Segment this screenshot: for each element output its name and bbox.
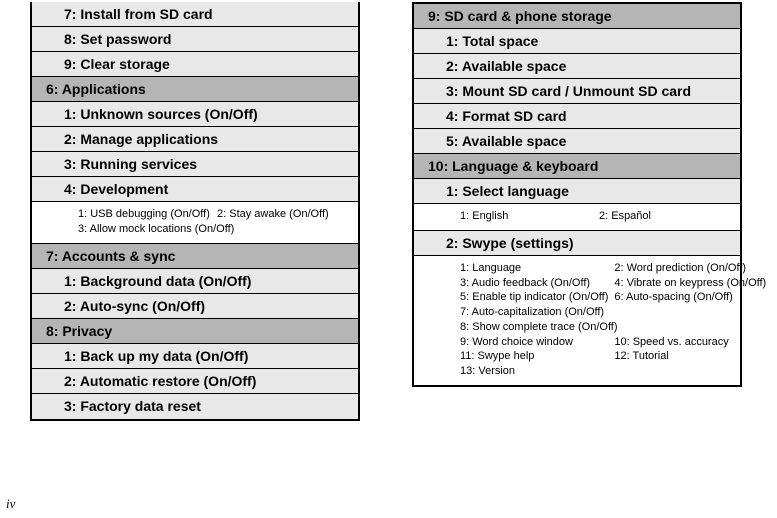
list-item: 2: Available space [414,54,740,79]
list-item: 1: Select language [414,179,740,204]
list-item: 3: Running services [32,152,358,177]
details-swype-settings: 1: Language 2: Word prediction (On/Off) … [414,256,740,385]
detail-item: 1: English [460,210,593,224]
section-heading: 7: Accounts & sync [32,244,358,269]
page: 7: Install from SD card 8: Set password … [0,0,777,518]
section-heading: 6: Applications [32,77,358,102]
detail-item: 8: Show complete trace (On/Off) [460,321,766,335]
list-item: 2: Automatic restore (On/Off) [32,369,358,394]
details-select-language: 1: English 2: Español [414,204,740,231]
list-item: 4: Format SD card [414,104,740,129]
detail-item: 12: Tutorial [614,350,766,364]
details-development: 1: USB debugging (On/Off) 2: Stay awake … [32,202,358,244]
detail-item: 13: Version [460,365,766,379]
detail-item: 7: Auto-capitalization (On/Off) [460,306,766,320]
list-item: 9: Clear storage [32,52,358,77]
detail-item: 2: Word prediction (On/Off) [614,262,766,276]
detail-item: 1: Language [460,262,608,276]
page-number: iv [6,496,15,512]
list-item: 2: Manage applications [32,127,358,152]
list-item: 2: Auto-sync (On/Off) [32,294,358,319]
detail-item: 3: Audio feedback (On/Off) [460,277,608,291]
list-item: 7: Install from SD card [32,2,358,27]
list-item: 8: Set password [32,27,358,52]
detail-item: 5: Enable tip indicator (On/Off) [460,291,608,305]
left-column: 7: Install from SD card 8: Set password … [30,2,360,421]
detail-item: 11: Swype help [460,350,608,364]
right-frame: 9: SD card & phone storage 1: Total spac… [412,2,742,387]
detail-item: 10: Speed vs. accuracy [614,336,766,350]
detail-item: 6: Auto-spacing (On/Off) [614,291,766,305]
list-item: 3: Mount SD card / Unmount SD card [414,79,740,104]
detail-item: 1: USB debugging (On/Off) [78,208,211,222]
right-column: 9: SD card & phone storage 1: Total spac… [412,2,742,387]
list-item: 2: Swype (settings) [414,231,740,256]
section-heading: 9: SD card & phone storage [414,4,740,29]
list-item: 5: Available space [414,129,740,154]
detail-item: 4: Vibrate on keypress (On/Off) [614,277,766,291]
detail-item: 2: Español [599,210,732,224]
detail-item: 2: Stay awake (On/Off) [217,208,350,222]
detail-item: 3: Allow mock locations (On/Off) [78,223,350,237]
list-item: 1: Back up my data (On/Off) [32,344,358,369]
list-item: 1: Background data (On/Off) [32,269,358,294]
section-heading: 8: Privacy [32,319,358,344]
list-item: 3: Factory data reset [32,394,358,419]
list-item: 1: Total space [414,29,740,54]
left-frame: 7: Install from SD card 8: Set password … [30,2,360,421]
list-item: 4: Development [32,177,358,202]
section-heading: 10: Language & keyboard [414,154,740,179]
detail-item: 9: Word choice window [460,336,608,350]
list-item: 1: Unknown sources (On/Off) [32,102,358,127]
